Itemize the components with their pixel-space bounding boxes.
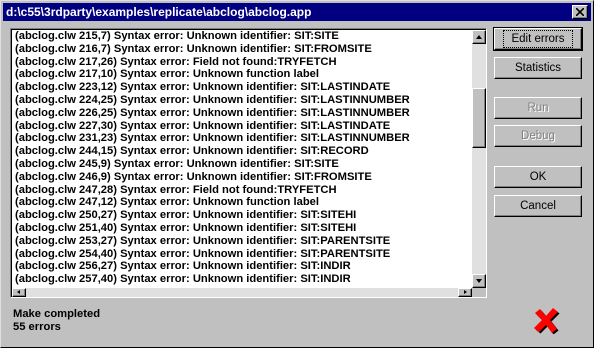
status-make-completed: Make completed [13,308,101,320]
arrow-up-icon [476,35,482,39]
list-item[interactable]: (abclog.clw 217,10) Syntax error: Unknow… [15,68,469,81]
list-item[interactable]: (abclog.clw 256,27) Syntax error: Unknow… [15,260,469,273]
arrow-left-icon [17,290,20,294]
list-item[interactable]: (abclog.clw 223,12) Syntax error: Unknow… [15,81,469,94]
list-item[interactable]: (abclog.clw 244,15) Syntax error: Unknow… [15,145,469,158]
list-item[interactable]: (abclog.clw 245,9) Syntax error: Unknown… [15,158,469,171]
statistics-button[interactable]: Statistics [494,57,582,79]
list-item[interactable]: (abclog.clw 257,40) Syntax error: Unknow… [15,273,469,286]
ok-button[interactable]: OK [494,166,582,188]
list-item[interactable]: (abclog.clw 217,26) Syntax error: Field … [15,56,469,69]
list-item[interactable]: (abclog.clw 251,40) Syntax error: Unknow… [15,222,469,235]
edit-errors-button[interactable]: Edit errors [493,27,583,51]
list-item[interactable]: (abclog.clw 227,30) Syntax error: Unknow… [15,120,469,133]
list-item[interactable]: (abclog.clw 224,25) Syntax error: Unknow… [15,94,469,107]
scroll-left-button[interactable] [12,288,26,297]
scroll-corner [472,288,486,297]
cancel-button[interactable]: Cancel [494,195,582,217]
list-item[interactable]: (abclog.clw 250,27) Syntax error: Unknow… [15,209,469,222]
list-item[interactable]: (abclog.clw 246,9) Syntax error: Unknown… [15,171,469,184]
list-item[interactable]: (abclog.clw 254,40) Syntax error: Unknow… [15,248,469,261]
list-item[interactable]: (abclog.clw 247,12) Syntax error: Unknow… [15,196,469,209]
debug-button[interactable]: Debug [494,125,582,147]
red-x-error-icon [534,308,560,334]
run-button[interactable]: Run [494,97,582,119]
list-item[interactable]: (abclog.clw 215,7) Syntax error: Unknown… [15,30,469,43]
close-button[interactable] [572,5,588,19]
list-item[interactable]: (abclog.clw 247,28) Syntax error: Field … [15,184,469,197]
list-item[interactable]: (abclog.clw 231,23) Syntax error: Unknow… [15,132,469,145]
vertical-scrollbar[interactable] [472,30,486,288]
make-results-dialog: d:\c55\3rdparty\examples\replicate\abclo… [0,0,594,348]
horizontal-scrollbar[interactable] [12,288,472,297]
window-title: d:\c55\3rdparty\examples\replicate\abclo… [6,5,312,19]
status-error-count: 55 errors [13,321,61,333]
scroll-down-button[interactable] [472,274,486,288]
close-icon [576,8,584,16]
error-list-items: (abclog.clw 215,7) Syntax error: Unknown… [15,30,469,288]
edit-errors-label: Edit errors [503,29,573,48]
title-bar[interactable]: d:\c55\3rdparty\examples\replicate\abclo… [3,3,591,21]
vertical-scroll-thumb[interactable] [472,88,486,148]
arrow-down-icon [476,279,482,283]
scroll-right-button[interactable] [458,288,472,297]
list-item[interactable]: (abclog.clw 216,7) Syntax error: Unknown… [15,43,469,56]
list-item[interactable]: (abclog.clw 226,25) Syntax error: Unknow… [15,107,469,120]
arrow-right-icon [464,290,467,294]
error-list[interactable]: (abclog.clw 215,7) Syntax error: Unknown… [10,28,487,298]
list-item[interactable]: (abclog.clw 253,27) Syntax error: Unknow… [15,235,469,248]
scroll-up-button[interactable] [472,30,486,44]
